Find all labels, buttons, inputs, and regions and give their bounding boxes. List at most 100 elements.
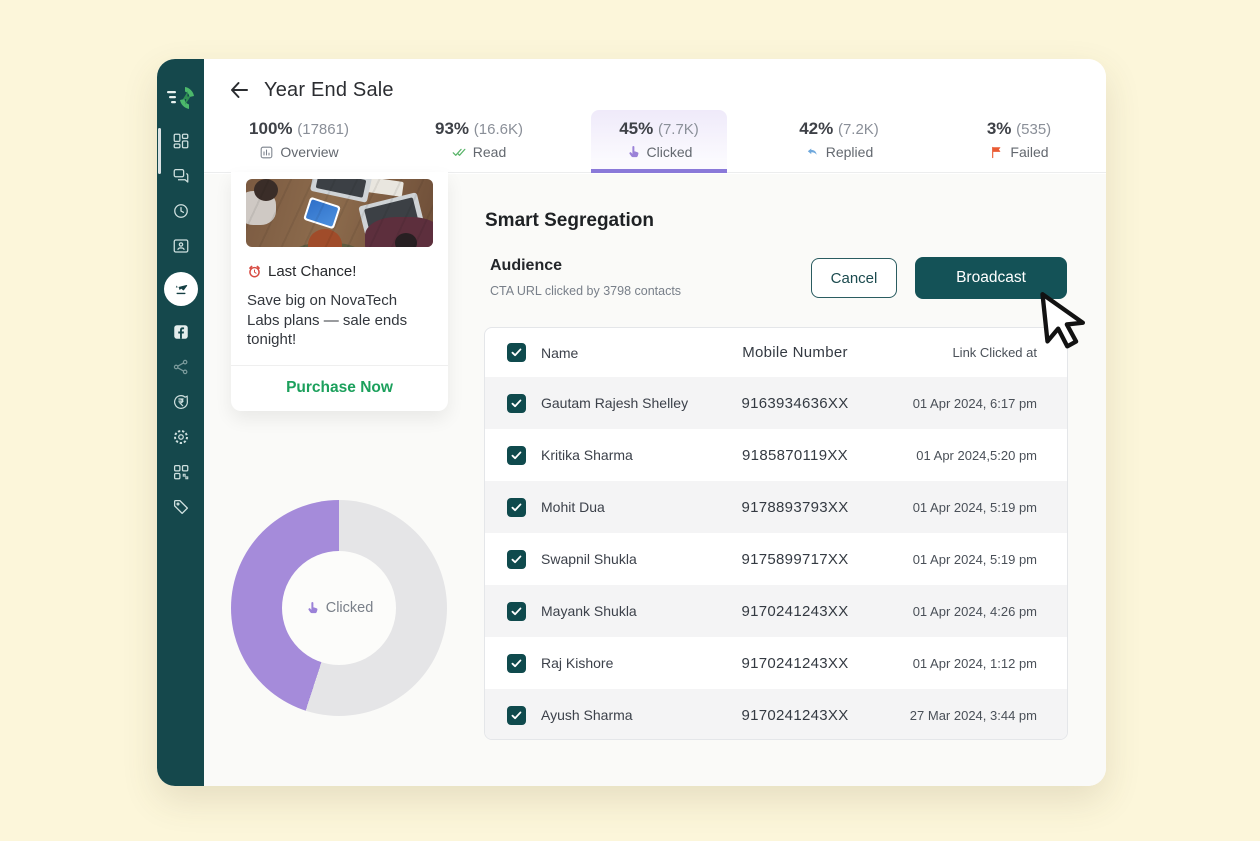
sidebar-item-dashboard[interactable] [172, 132, 190, 150]
stats-tabs: 100% (17861) Overview 93% (16.6K) [209, 110, 1109, 173]
section-title: Smart Segregation [485, 210, 654, 232]
contact-clicked-at: 27 Mar 2024, 3:44 pm [859, 708, 1067, 723]
read-percent: 93% [435, 119, 469, 138]
sidebar-item-contacts[interactable] [172, 237, 190, 255]
app-logo-icon [166, 85, 196, 111]
contact-mobile: 9170241243XX [731, 655, 859, 672]
segmentation-panel: Smart Segregation Audience CTA URL click… [470, 174, 1106, 786]
flag-icon [989, 145, 1004, 160]
alarm-clock-emoji [247, 264, 262, 279]
row-checkbox[interactable] [507, 706, 526, 725]
send-campaign-icon [172, 280, 190, 298]
pointer-tap-icon [626, 145, 641, 160]
message-preview-image [246, 179, 433, 247]
select-all-checkbox[interactable] [507, 343, 526, 362]
contact-name: Kritika Sharma [541, 447, 731, 463]
sidebar-item-history[interactable] [172, 202, 190, 220]
overview-label: Overview [280, 144, 338, 160]
tab-failed[interactable]: 3% (535) Failed [929, 110, 1109, 173]
sidebar-nav [164, 132, 198, 516]
sidebar-item-settings[interactable] [172, 428, 190, 446]
tab-overview[interactable]: 100% (17861) Overview [209, 110, 389, 173]
campaign-header: Year End Sale 100% (17861) Overview [204, 59, 1106, 173]
contact-clicked-at: 01 Apr 2024, 6:17 pm [859, 396, 1067, 411]
table-row: Mayank Shukla 9170241243XX 01 Apr 2024, … [485, 585, 1067, 637]
tab-read[interactable]: 93% (16.6K) Read [389, 110, 569, 173]
row-checkbox[interactable] [507, 394, 526, 413]
column-header-name: Name [541, 345, 731, 361]
sidebar-item-integrations[interactable] [172, 463, 190, 481]
double-check-icon [452, 145, 467, 160]
read-label: Read [473, 144, 506, 160]
audience-subtext: CTA URL clicked by 3798 contacts [490, 284, 681, 298]
row-checkbox[interactable] [507, 602, 526, 621]
table-row: Kritika Sharma 9185870119XX 01 Apr 2024,… [485, 429, 1067, 481]
replied-label: Replied [826, 144, 873, 160]
tab-clicked[interactable]: 45% (7.7K) Clicked [569, 110, 749, 173]
contact-mobile: 9178893793XX [731, 499, 859, 516]
row-checkbox[interactable] [507, 654, 526, 673]
contact-mobile: 9185870119XX [731, 447, 859, 464]
table-row: Mohit Dua 9178893793XX 01 Apr 2024, 5:19… [485, 481, 1067, 533]
clicked-count: (7.7K) [658, 121, 699, 138]
clicked-percent: 45% [619, 119, 653, 138]
read-count: (16.6K) [474, 121, 523, 138]
sidebar-scrollbar[interactable] [158, 128, 161, 174]
replied-count: (7.2K) [838, 121, 879, 138]
contact-clicked-at: 01 Apr 2024, 4:26 pm [859, 604, 1067, 619]
sidebar-item-share[interactable] [172, 358, 190, 376]
contact-mobile: 9175899717XX [731, 551, 859, 568]
contact-name: Ayush Sharma [541, 707, 731, 723]
overview-percent: 100% [249, 119, 292, 138]
bar-chart-icon [259, 145, 274, 160]
sidebar-item-payments[interactable] [172, 393, 190, 411]
row-checkbox[interactable] [507, 550, 526, 569]
column-header-mobile: Mobile Number [731, 344, 859, 361]
message-preview-card: Last Chance! Save big on NovaTech Labs p… [231, 172, 448, 411]
reply-arrow-icon [805, 145, 820, 160]
cancel-button[interactable]: Cancel [811, 258, 897, 298]
clicked-donut-chart: Clicked [231, 500, 447, 716]
row-checkbox[interactable] [507, 498, 526, 517]
failed-count: (535) [1016, 121, 1051, 138]
audience-label: Audience [490, 257, 562, 275]
failed-label: Failed [1010, 144, 1048, 160]
contact-mobile: 9163934636XX [731, 395, 859, 412]
back-button[interactable] [227, 78, 251, 102]
clicked-donut: Clicked [231, 500, 447, 716]
sidebar-item-chats[interactable] [172, 167, 190, 185]
message-body: Save big on NovaTech Labs plans — sale e… [247, 291, 432, 350]
donut-center-label: Clicked [326, 600, 374, 616]
contact-name: Gautam Rajesh Shelley [541, 395, 731, 411]
mouse-cursor [1033, 285, 1096, 356]
row-checkbox[interactable] [507, 446, 526, 465]
contact-clicked-at: 01 Apr 2024, 1:12 pm [859, 656, 1067, 671]
replied-percent: 42% [799, 119, 833, 138]
table-header-row: Name Mobile Number Link Clicked at [485, 328, 1067, 377]
audience-table: Name Mobile Number Link Clicked at Gauta… [484, 327, 1068, 740]
sidebar-item-facebook[interactable] [172, 323, 190, 341]
main-panel: Year End Sale 100% (17861) Overview [204, 59, 1106, 786]
content-area: Last Chance! Save big on NovaTech Labs p… [204, 174, 1106, 786]
tab-replied[interactable]: 42% (7.2K) Replied [749, 110, 929, 173]
clicked-label: Clicked [647, 144, 693, 160]
contact-clicked-at: 01 Apr 2024, 5:19 pm [859, 500, 1067, 515]
overview-count: (17861) [297, 121, 349, 138]
contact-clicked-at: 01 Apr 2024, 5:19 pm [859, 552, 1067, 567]
column-header-clicked-at: Link Clicked at [859, 345, 1067, 360]
contact-name: Mohit Dua [541, 499, 731, 515]
contact-mobile: 9170241243XX [731, 603, 859, 620]
contact-name: Mayank Shukla [541, 603, 731, 619]
contact-clicked-at: 01 Apr 2024,5:20 pm [859, 448, 1067, 463]
donut-center: Clicked [282, 551, 396, 665]
message-headline: Last Chance! [268, 263, 356, 280]
purchase-now-button[interactable]: Purchase Now [231, 366, 448, 411]
sidebar-item-tags[interactable] [172, 498, 190, 516]
contact-name: Swapnil Shukla [541, 551, 731, 567]
sidebar-item-campaigns-active[interactable] [164, 272, 198, 306]
contact-name: Raj Kishore [541, 655, 731, 671]
table-row: Raj Kishore 9170241243XX 01 Apr 2024, 1:… [485, 637, 1067, 689]
contact-mobile: 9170241243XX [731, 707, 859, 724]
table-row: Ayush Sharma 9170241243XX 27 Mar 2024, 3… [485, 689, 1067, 740]
failed-percent: 3% [987, 119, 1012, 138]
